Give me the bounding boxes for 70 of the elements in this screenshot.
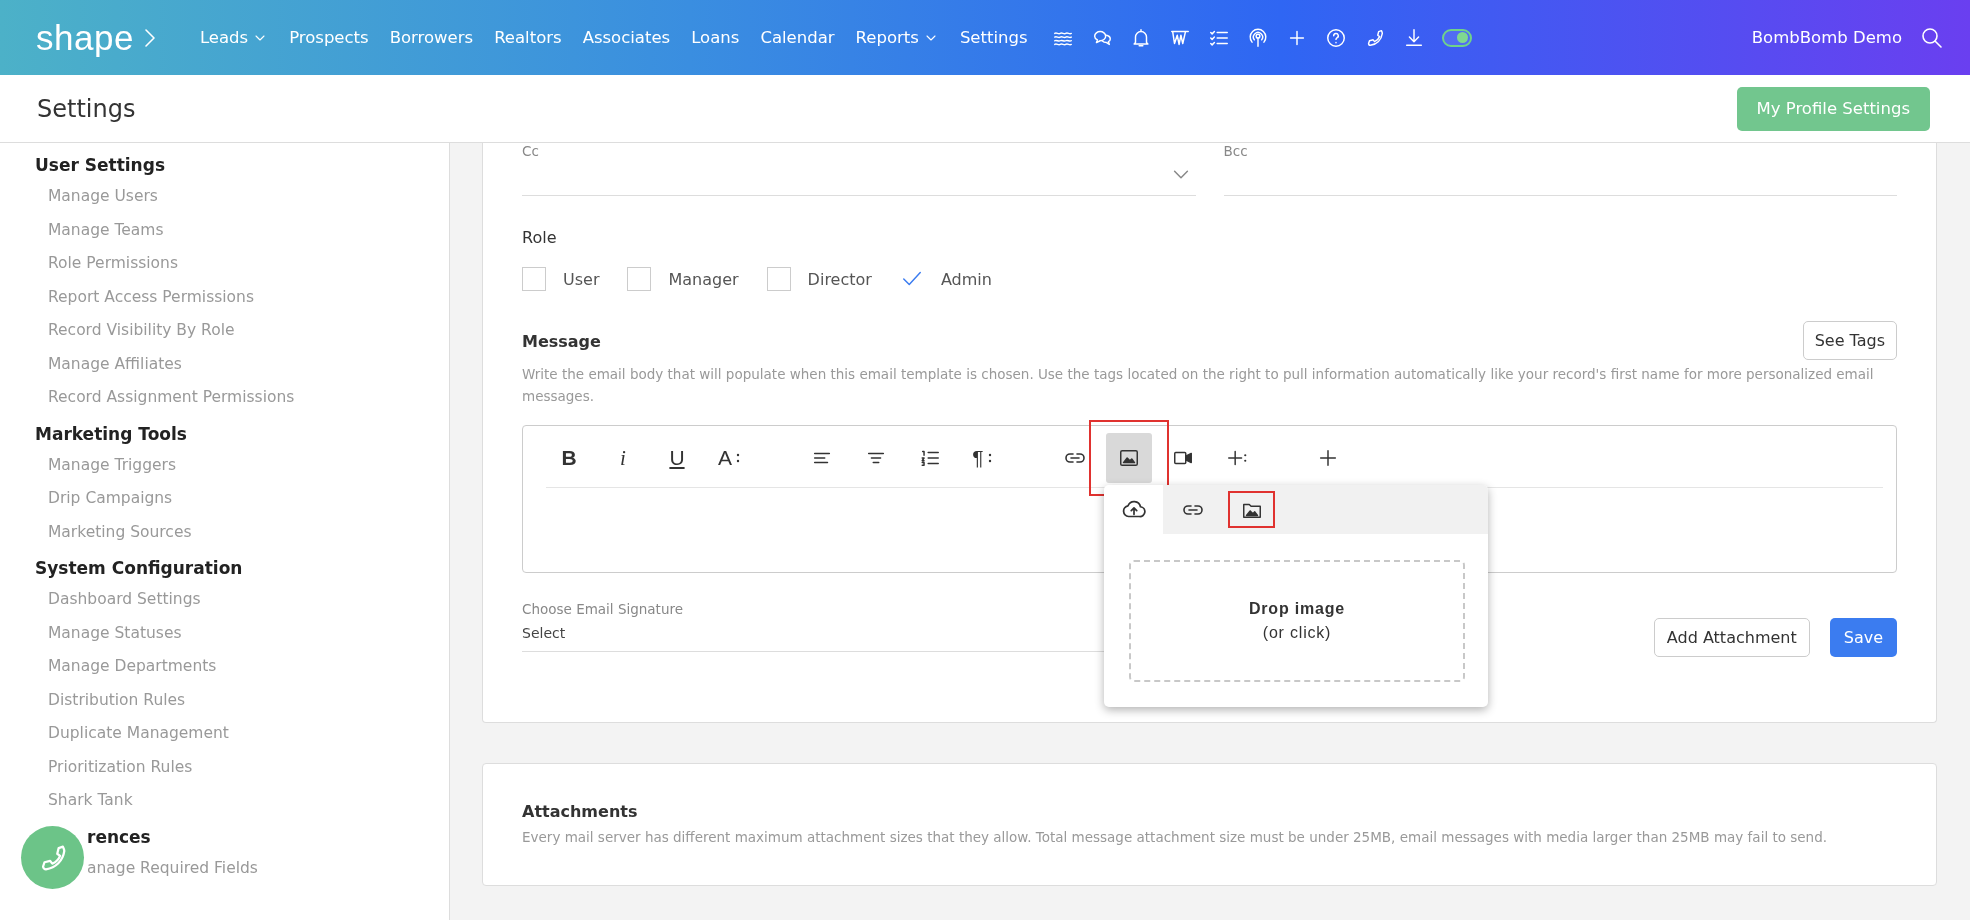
nav-link[interactable]: Calendar [760, 28, 835, 47]
editor-tool-button[interactable]: A [708, 433, 754, 483]
sidebar-item[interactable]: Marketing Sources [35, 515, 449, 549]
nav-link[interactable]: Loans [691, 28, 740, 47]
checkbox-label: Manager [668, 269, 739, 289]
sidebar-item[interactable]: Manage Users [35, 180, 449, 214]
sidebar-item[interactable]: Record Assignment Permissions [35, 381, 449, 415]
search-icon [1920, 25, 1944, 50]
popup-tab[interactable] [1104, 485, 1163, 534]
sidebar-item[interactable]: Manage Teams [35, 213, 449, 247]
attachments-title: Attachments [522, 802, 639, 821]
sidebar-item[interactable]: Dashboard Settings [35, 583, 449, 617]
sidebar-item[interactable]: Duplicate Management [35, 717, 449, 751]
add-attachment-button[interactable]: Add Attachment [1653, 618, 1810, 657]
checkbox-label: Admin [940, 269, 992, 289]
sidebar-item[interactable]: Report Access Permissions [35, 280, 449, 314]
logo-wordmark[interactable]: shape [36, 17, 134, 58]
editor-tool-button[interactable]: ¶ [961, 433, 1007, 483]
sidebar-item[interactable]: anage Required Fields [87, 851, 258, 885]
checkbox[interactable] [766, 267, 791, 291]
image-icon [1118, 447, 1140, 469]
podcast-icon [1246, 26, 1269, 49]
checkbox-label: Director [807, 269, 872, 289]
toggle-switch[interactable] [1441, 28, 1472, 47]
editor-tool-button[interactable] [1106, 433, 1152, 483]
editor-tool-button[interactable]: B [546, 433, 592, 483]
nav-link[interactable]: Settings [959, 28, 1028, 47]
editor-tool-button[interactable]: U [654, 433, 700, 483]
sidebar-heading: rences [87, 825, 151, 849]
image-drop-zone[interactable]: Drop image (or click) [1129, 560, 1465, 682]
page-title: Settings [37, 94, 136, 123]
help-icon [1324, 26, 1347, 49]
editor-tool-button[interactable]: i [600, 433, 646, 483]
search-button[interactable] [1920, 25, 1944, 50]
sidebar-item[interactable]: Manage Departments [35, 650, 449, 684]
nav-link[interactable]: Leads [199, 28, 269, 47]
user-name[interactable]: BombBomb Demo [1751, 28, 1902, 47]
nav-link[interactable]: Realtors [494, 28, 562, 47]
checkbox[interactable] [627, 267, 652, 291]
sidebar-item[interactable]: Manage Statuses [35, 616, 449, 650]
nav-link[interactable]: Borrowers [389, 28, 474, 47]
checkbox-label: User [563, 269, 600, 289]
nav-link[interactable]: Prospects [289, 28, 369, 47]
plus-icon [1317, 447, 1339, 469]
role-label: Role [522, 228, 558, 247]
message-description: Write the email body that will populate when this email template is chosen. Use the tags located on the right to pull information automatically like your record's first name for more personalized email messages. [522, 365, 1875, 406]
profile-settings-button[interactable]: My Profile Settings [1736, 86, 1930, 131]
sidebar-item[interactable]: Role Permissions [35, 247, 449, 281]
sidebar-heading: System Configuration [35, 557, 244, 580]
sidebar-heading: Marketing Tools [35, 422, 188, 446]
sidebar-item[interactable]: Manage Triggers [35, 448, 449, 482]
nav-link[interactable]: Associates [582, 28, 671, 47]
sidebar-item[interactable]: Record Visibility By Role [35, 314, 449, 348]
toolbar-button[interactable] [1246, 26, 1269, 49]
bcc-field[interactable]: Bcc [1223, 143, 1897, 196]
sidebar-item[interactable]: Drip Campaigns [35, 482, 449, 516]
nav-link[interactable]: Reports [855, 28, 939, 47]
sidebar-heading: User Settings [35, 154, 166, 177]
sidebar-item[interactable]: Shark Tank [35, 784, 449, 818]
cc-field[interactable]: Cc [522, 143, 1196, 196]
checkbox[interactable] [522, 267, 546, 291]
signature-field[interactable]: Choose Email Signature Select [522, 601, 1210, 652]
sidebar-item[interactable]: Distribution Rules [35, 683, 449, 717]
save-button[interactable]: Save [1829, 618, 1897, 657]
sidebar-item[interactable]: Prioritization Rules [35, 750, 449, 784]
attachments-description: Every mail server has different maximum attachment sizes that they allow. Total message attachment size must be under 25MB, email messages with media larger than 25MB may fail to send. [522, 829, 1829, 845]
sidebar-item[interactable]: Manage Affiliates [35, 347, 449, 381]
message-title: Message [522, 332, 601, 351]
see-tags-button[interactable]: See Tags [1802, 321, 1897, 360]
toolbar-button[interactable] [1324, 26, 1347, 49]
